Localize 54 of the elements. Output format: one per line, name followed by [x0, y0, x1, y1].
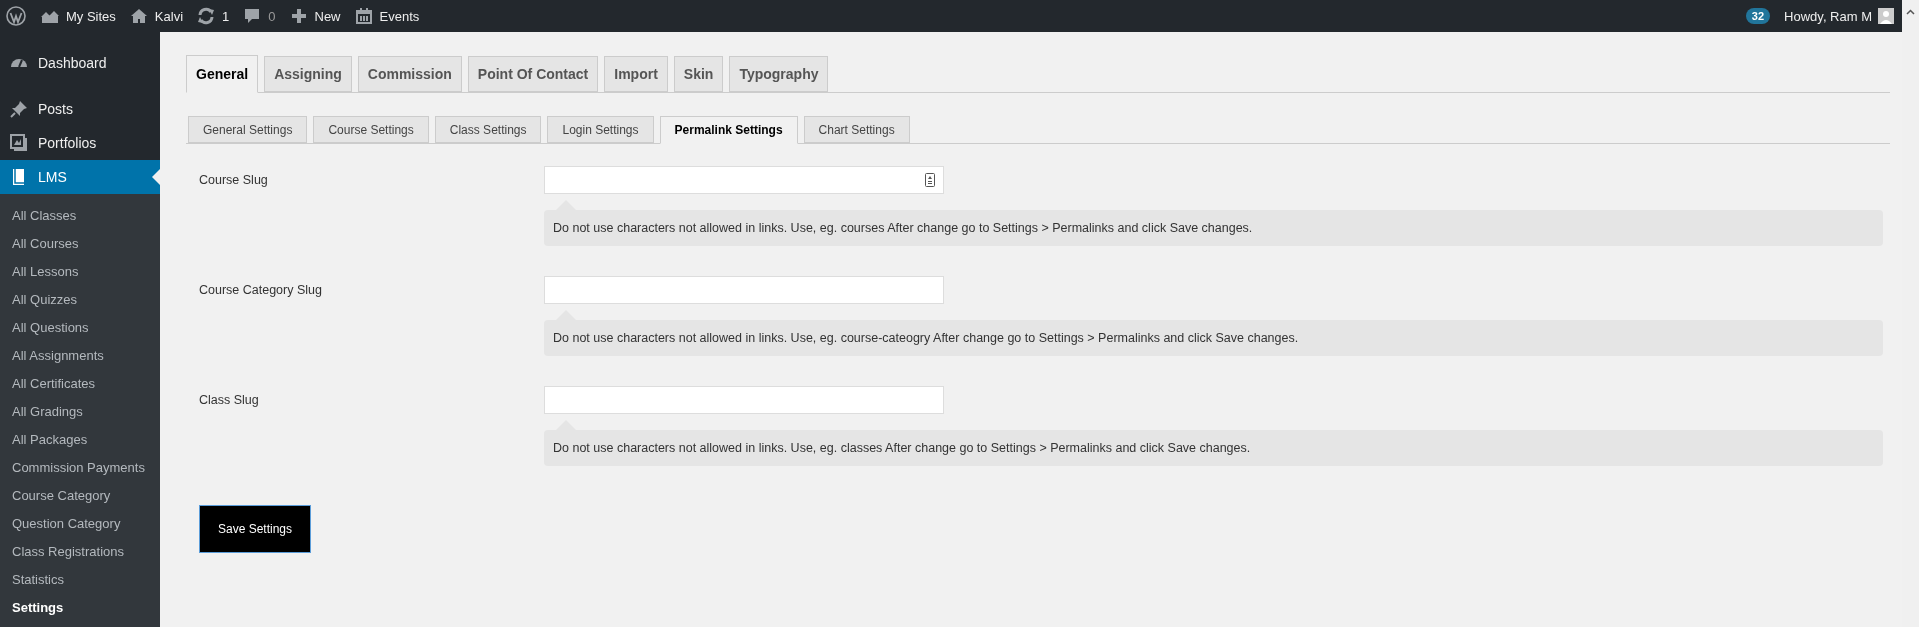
pushpin-icon — [9, 99, 29, 119]
menu-item[interactable]: LMS — [0, 160, 160, 194]
submenu-item[interactable]: Course Category — [0, 481, 160, 509]
submenu-item[interactable]: All Packages — [0, 425, 160, 453]
menu-item[interactable]: Posts — [0, 92, 160, 126]
submenu-item[interactable]: All Certificates — [0, 369, 160, 397]
submenu-item[interactable]: Question Category — [0, 509, 160, 537]
field-label: Class Slug — [199, 392, 260, 409]
save-button[interactable]: Save Settings — [199, 505, 311, 553]
toolbar-link[interactable]: 1 — [196, 6, 230, 26]
toolbar-link[interactable]: 0 — [242, 6, 276, 26]
input-field[interactable] — [544, 276, 944, 304]
tab[interactable]: Commission — [357, 56, 462, 92]
menu-item[interactable]: Dashboard — [0, 46, 160, 80]
submenu-item[interactable]: All Quizzes — [0, 285, 160, 313]
field-label: Course Slug — [199, 172, 269, 189]
refresh-icon — [196, 6, 217, 26]
tab[interactable]: Login Settings — [547, 116, 654, 143]
submenu-item[interactable]: Statistics — [0, 565, 160, 593]
wordpress-logo-icon[interactable] — [6, 6, 26, 26]
tab[interactable]: General Settings — [188, 116, 308, 143]
tab[interactable]: Typography — [729, 56, 829, 92]
tab[interactable]: General — [186, 55, 259, 93]
submenu-item[interactable]: All Lessons — [0, 257, 160, 285]
notification-count[interactable]: 32 — [1745, 8, 1771, 24]
user-greeting[interactable]: Howdy, Ram M — [1784, 8, 1872, 24]
submenu-item[interactable]: All Assignments — [0, 341, 160, 369]
toolbar-link[interactable]: Events — [353, 6, 420, 26]
toolbar-link[interactable]: Kalvi — [128, 6, 184, 26]
submenu-item[interactable]: All Gradings — [0, 397, 160, 425]
tab[interactable]: Import — [604, 56, 668, 92]
field-label: Course Category Slug — [199, 282, 323, 299]
tab[interactable]: Skin — [673, 56, 724, 92]
autofill-icon[interactable] — [925, 173, 935, 187]
avatar-icon[interactable] — [1878, 8, 1894, 24]
calendar-icon — [353, 6, 374, 26]
toolbar-link[interactable]: New — [288, 6, 341, 26]
tab[interactable]: Chart Settings — [803, 116, 910, 143]
menu-item[interactable]: Portfolios — [0, 126, 160, 160]
gallery-icon — [9, 133, 29, 153]
tab[interactable]: Course Settings — [313, 116, 429, 143]
toolbar-link[interactable]: My Sites — [40, 6, 116, 26]
submenu-item[interactable]: All Questions — [0, 313, 160, 341]
submenu-item[interactable]: Commission Payments — [0, 453, 160, 481]
submenu-item[interactable]: All Classes — [0, 201, 160, 229]
tab[interactable]: Point Of Contact — [467, 56, 599, 92]
submenu-item[interactable]: Class Registrations — [0, 537, 160, 565]
input-field[interactable] — [544, 386, 944, 414]
submenu-item[interactable]: All Courses — [0, 229, 160, 257]
submenu-item[interactable]: Settings — [0, 593, 160, 621]
tab[interactable]: Assigning — [264, 56, 352, 92]
input-field[interactable] — [544, 166, 944, 194]
tab[interactable]: Class Settings — [434, 116, 542, 143]
tab[interactable]: Permalink Settings — [659, 116, 798, 144]
